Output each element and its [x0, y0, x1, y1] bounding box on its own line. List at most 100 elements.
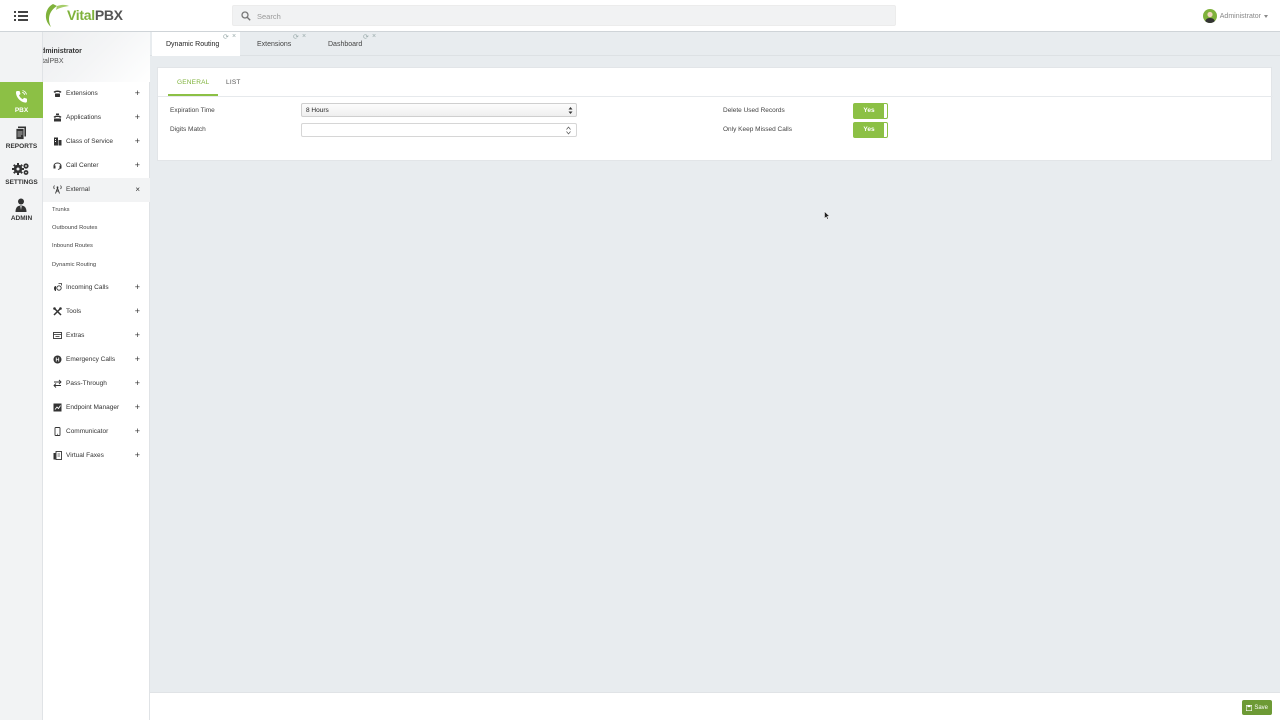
- menu-item-endpoint-manager[interactable]: Endpoint Manager +: [43, 396, 150, 420]
- rail-label-settings: SETTINGS: [5, 179, 38, 186]
- expand-icon[interactable]: +: [135, 282, 140, 292]
- menu-item-emergency-calls[interactable]: H Emergency Calls +: [43, 348, 150, 372]
- submenu-label: Dynamic Routing: [52, 262, 97, 268]
- submenu-item-inbound-routes[interactable]: Inbound Routes: [43, 238, 150, 256]
- toggle-value: Yes: [863, 126, 875, 133]
- menu-item-communicator[interactable]: Communicator +: [43, 420, 150, 444]
- mobile-phone-icon: [54, 427, 61, 436]
- refresh-icon[interactable]: ⟳: [363, 33, 369, 41]
- menu-item-class-of-service[interactable]: Class of Service +: [43, 130, 150, 154]
- rail-item-settings[interactable]: SETTINGS: [0, 154, 43, 190]
- refresh-icon[interactable]: ⟳: [223, 33, 229, 41]
- menu-label: Applications: [66, 114, 102, 121]
- user-avatar-icon: [1204, 11, 1215, 23]
- tab-label: Dynamic Routing: [166, 41, 220, 48]
- subtab-general[interactable]: GENERAL: [168, 68, 218, 96]
- menu-item-call-center[interactable]: Call Center +: [43, 154, 150, 178]
- expiration-time-label: Expiration Time: [170, 107, 215, 114]
- menu-item-extras[interactable]: Extras +: [43, 324, 150, 348]
- menu-item-pass-through[interactable]: Pass-Through +: [43, 372, 150, 396]
- page-tab-bar: Dynamic Routing ⟳ × Extensions ⟳ × Dashb…: [150, 32, 1280, 56]
- save-button[interactable]: Save: [1242, 700, 1272, 715]
- svg-text:H: H: [56, 358, 60, 364]
- tools-icon: [53, 307, 62, 316]
- subtab-list[interactable]: LIST: [220, 68, 250, 96]
- select-value: 8 Hours: [306, 107, 329, 114]
- menu-item-external[interactable]: External ×: [43, 178, 150, 202]
- close-icon[interactable]: ×: [232, 33, 236, 40]
- user-name: Administrator: [1219, 12, 1261, 20]
- expand-icon[interactable]: +: [135, 330, 140, 340]
- top-bar: VitalPBX Administrator: [0, 0, 1280, 32]
- menu-label: Call Center: [66, 162, 99, 169]
- module-rail: PBX REPORTS SETTINGS ADMIN: [0, 32, 43, 720]
- only-keep-missed-calls-label: Only Keep Missed Calls: [723, 126, 792, 133]
- expand-icon[interactable]: +: [135, 136, 140, 146]
- submenu-item-dynamic-routing[interactable]: Dynamic Routing: [43, 257, 150, 275]
- expand-icon[interactable]: +: [135, 426, 140, 436]
- menu-label: Incoming Calls: [66, 284, 109, 291]
- only-keep-missed-calls-toggle[interactable]: Yes: [853, 122, 888, 138]
- expand-icon[interactable]: +: [135, 160, 140, 170]
- expand-icon[interactable]: +: [135, 112, 140, 122]
- tab-label: Extensions: [257, 41, 292, 48]
- fax-icon: [53, 451, 62, 460]
- number-stepper-icon[interactable]: [566, 126, 571, 135]
- expand-icon[interactable]: +: [135, 402, 140, 412]
- expand-icon[interactable]: +: [135, 88, 140, 98]
- menu-item-incoming-calls[interactable]: Incoming Calls +: [43, 276, 150, 300]
- search-icon: [241, 11, 251, 21]
- menu-item-tools[interactable]: Tools +: [43, 300, 150, 324]
- tab-extensions[interactable]: Extensions ⟳ ×: [245, 32, 311, 56]
- collapse-icon[interactable]: ×: [135, 185, 140, 194]
- rail-item-pbx[interactable]: PBX: [0, 82, 43, 118]
- digits-match-field: [301, 123, 577, 137]
- delete-used-records-toggle[interactable]: Yes: [853, 103, 888, 119]
- applications-icon: [53, 113, 62, 122]
- subtab-label: LIST: [226, 79, 241, 86]
- expand-icon[interactable]: +: [135, 378, 140, 388]
- rail-label-pbx: PBX: [14, 107, 29, 114]
- search-box: [232, 5, 896, 26]
- expand-icon[interactable]: +: [135, 354, 140, 364]
- expand-icon[interactable]: +: [135, 450, 140, 460]
- submenu-label: Trunks: [52, 207, 70, 213]
- user-menu[interactable]: Administrator: [1202, 8, 1268, 24]
- search-input[interactable]: [257, 9, 877, 23]
- menu-label: Emergency Calls: [66, 356, 116, 363]
- admin-user-icon: [15, 198, 27, 212]
- expand-icon[interactable]: +: [135, 306, 140, 316]
- menu-label: Endpoint Manager: [66, 404, 120, 411]
- submenu-label: Outbound Routes: [52, 225, 98, 231]
- hamburger-menu-icon[interactable]: [14, 10, 28, 22]
- menu-item-extensions[interactable]: Extensions +: [43, 82, 150, 106]
- menu-item-applications[interactable]: Applications +: [43, 106, 150, 130]
- close-icon[interactable]: ×: [302, 33, 306, 40]
- menu-label: External: [66, 186, 90, 193]
- subtab-label: GENERAL: [177, 79, 210, 86]
- content-area: Dynamic Routing ⟳ × Extensions ⟳ × Dashb…: [150, 32, 1280, 692]
- tab-dashboard[interactable]: Dashboard ⟳ ×: [316, 32, 382, 56]
- phone-desk-icon: [53, 90, 62, 97]
- gears-icon: [12, 163, 29, 175]
- menu-label: Tools: [66, 308, 82, 315]
- exchange-arrows-icon: [53, 379, 62, 388]
- refresh-icon[interactable]: ⟳: [293, 33, 299, 41]
- digits-match-input[interactable]: [305, 126, 555, 135]
- logo-text-pbx: PBX: [94, 7, 123, 23]
- submenu-item-outbound-routes[interactable]: Outbound Routes: [43, 220, 150, 238]
- expiration-time-select[interactable]: 8 Hours: [301, 103, 577, 117]
- tab-dynamic-routing[interactable]: Dynamic Routing ⟳ ×: [152, 32, 240, 56]
- delete-used-records-label: Delete Used Records: [723, 107, 785, 114]
- mouse-cursor-icon: [824, 211, 830, 220]
- rail-item-reports[interactable]: REPORTS: [0, 118, 43, 154]
- menu-item-virtual-faxes[interactable]: Virtual Faxes +: [43, 444, 150, 468]
- submenu-item-trunks[interactable]: Trunks: [43, 202, 150, 220]
- endpoint-icon: [53, 403, 62, 412]
- headset-icon: [53, 162, 62, 170]
- save-label: Save: [1254, 704, 1268, 711]
- vitalpbx-logo[interactable]: VitalPBX: [43, 2, 128, 29]
- close-icon[interactable]: ×: [372, 33, 376, 40]
- extras-icon: [53, 332, 62, 339]
- rail-item-admin[interactable]: ADMIN: [0, 190, 43, 226]
